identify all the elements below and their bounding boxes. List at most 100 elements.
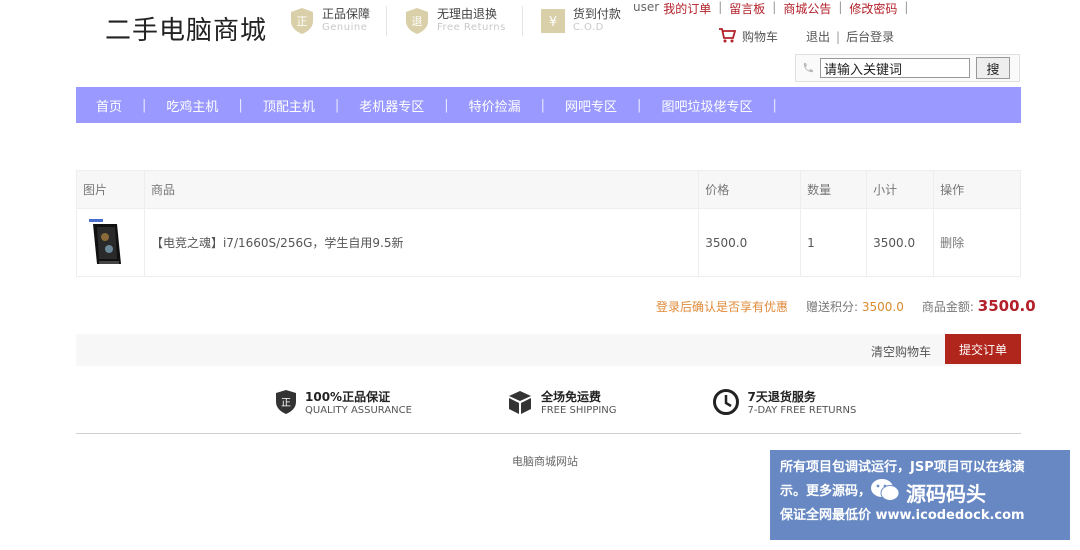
- nav-separator: |: [142, 97, 147, 113]
- logout-link[interactable]: 退出: [806, 28, 830, 45]
- badge-title: 无理由退换: [437, 7, 498, 21]
- badge-title: 正品保障: [322, 7, 371, 21]
- guarantee-title: 7天退货服务: [747, 390, 816, 404]
- link-separator: |: [718, 0, 723, 14]
- watermark-line: 所有项目包调试运行，JSP项目可以在线演: [780, 460, 1025, 475]
- total-value: 3500.0: [977, 297, 1036, 315]
- clear-cart-link[interactable]: 清空购物车: [871, 343, 931, 360]
- clock-returns-icon: [712, 388, 740, 420]
- main-nav: 首页 | 吃鸡主机 | 顶配主机 | 老机器专区 | 特价捡漏 | 网吧专区 |…: [76, 87, 1021, 123]
- product-quantity: 1: [800, 208, 868, 277]
- total-label: 商品金额:: [921, 300, 974, 314]
- phone-icon: [802, 59, 814, 78]
- product-thumbnail[interactable]: [83, 218, 131, 267]
- col-header-product: 商品: [143, 170, 700, 209]
- watermark-line: 保证全网最低价 www.icodedock.com: [780, 508, 1025, 523]
- service-guarantees: 正 100%正品保证 QUALITY ASSURANCE 全场免运费 FREE …: [275, 388, 856, 420]
- nav-item-gaming[interactable]: 吃鸡主机: [166, 96, 218, 115]
- guarantee-subtitle: 7-DAY FREE RETURNS: [747, 405, 857, 416]
- svg-text:正: 正: [281, 398, 291, 409]
- badge-subtitle: C.O.D: [572, 22, 604, 33]
- table-row: 【电竞之魂】i7/1660S/256G，学生自用9.5新 3500.0 1 35…: [76, 208, 1021, 277]
- badge-genuine: 正 正品保障 Genuine: [288, 6, 370, 36]
- header-badges: 正 正品保障 Genuine 退 无理由退换 Free Returns ¥ 货到…: [288, 6, 621, 36]
- search-input[interactable]: [820, 58, 970, 78]
- footer-divider: [76, 433, 1021, 434]
- promo-login-link[interactable]: 登录后确认是否享有优惠: [656, 298, 788, 315]
- product-image-cell: [76, 208, 145, 277]
- nav-item-netcafe[interactable]: 网吧专区: [565, 96, 617, 115]
- admin-login-link[interactable]: 后台登录: [846, 28, 894, 45]
- product-subtotal: 3500.0: [866, 208, 935, 277]
- svg-text:¥: ¥: [549, 15, 557, 30]
- site-logo[interactable]: 二手电脑商城: [105, 10, 267, 47]
- guarantee-subtitle: FREE SHIPPING: [540, 405, 617, 416]
- points-label: 赠送积分:: [806, 300, 859, 314]
- col-header-quantity: 数量: [800, 170, 868, 209]
- shield-return-icon: 退: [403, 6, 431, 36]
- cod-icon: ¥: [539, 6, 567, 36]
- badge-cod: ¥ 货到付款 C.O.D: [539, 6, 621, 36]
- guarantee-shipping: 全场免运费 FREE SHIPPING: [507, 389, 617, 419]
- cart-label: 购物车: [742, 30, 779, 44]
- svg-text:正: 正: [297, 15, 308, 28]
- nav-separator: |: [334, 97, 340, 113]
- nav-separator: |: [540, 97, 546, 113]
- product-price: 3500.0: [698, 208, 802, 277]
- footer-text: 电脑商城网站: [512, 455, 578, 468]
- nav-item-old-machines[interactable]: 老机器专区: [359, 96, 424, 115]
- link-separator: |: [836, 29, 841, 44]
- badge-returns: 退 无理由退换 Free Returns: [403, 6, 506, 36]
- col-header-action: 操作: [933, 170, 1021, 209]
- svg-text:退: 退: [412, 15, 423, 28]
- watermark-brand: 源码码头: [870, 478, 986, 507]
- shield-genuine-icon: 正: [288, 6, 316, 36]
- guarantee-quality: 正 100%正品保证 QUALITY ASSURANCE: [275, 389, 412, 419]
- shopping-cart-icon: [718, 27, 737, 46]
- col-header-subtotal: 小计: [866, 170, 935, 209]
- guarantee-returns: 7天退货服务 7-DAY FREE RETURNS: [712, 388, 857, 420]
- search-box: 搜: [795, 54, 1020, 82]
- nav-item-home[interactable]: 首页: [96, 96, 122, 115]
- cart-link[interactable]: 购物车: [718, 27, 778, 46]
- message-board-link[interactable]: 留言板: [729, 0, 765, 17]
- guarantee-title: 100%正品保证: [305, 390, 391, 404]
- delete-button[interactable]: 删除: [940, 236, 964, 250]
- link-separator: |: [904, 0, 909, 14]
- username: user: [633, 0, 660, 14]
- badge-subtitle: Free Returns: [437, 22, 506, 33]
- col-header-image: 图片: [76, 170, 145, 209]
- cart-summary: 登录后确认是否享有优惠 赠送积分: 3500.0 商品金额: 3500.0: [656, 297, 1036, 315]
- shield-quality-icon: 正: [275, 389, 297, 419]
- top-links: user 我的订单 | 留言板 | 商城公告 | 修改密码 |: [633, 0, 911, 17]
- badge-divider: [386, 6, 388, 36]
- box-shipping-icon: [507, 389, 533, 419]
- points-value: 3500.0: [861, 300, 904, 314]
- nav-separator: |: [772, 97, 777, 113]
- guarantee-title: 全场免运费: [540, 390, 601, 404]
- user-nav: 购物车 退出 | 后台登录: [718, 27, 894, 46]
- product-name[interactable]: 【电竞之魂】i7/1660S/256G，学生自用9.5新: [143, 208, 700, 277]
- link-separator: |: [838, 0, 843, 14]
- nav-item-deals[interactable]: 特价捡漏: [469, 96, 521, 115]
- nav-separator: |: [637, 97, 642, 113]
- submit-order-button[interactable]: 提交订单: [945, 334, 1021, 364]
- nav-item-budget[interactable]: 图吧垃圾佬专区: [661, 96, 752, 115]
- link-separator: |: [772, 0, 777, 14]
- nav-item-high-end[interactable]: 顶配主机: [263, 96, 315, 115]
- guarantee-subtitle: QUALITY ASSURANCE: [305, 405, 412, 416]
- my-orders-link[interactable]: 我的订单: [663, 0, 711, 17]
- badge-divider: [521, 6, 523, 36]
- cart-table: 图片 商品 价格 数量 小计 操作 【电竞之魂】i7/1660S/256G，学生…: [76, 170, 1021, 277]
- nav-separator: |: [444, 97, 449, 113]
- table-header-row: 图片 商品 价格 数量 小计 操作: [76, 170, 1021, 209]
- watermark-brand-name: 源码码头: [906, 482, 986, 506]
- announcements-link[interactable]: 商城公告: [783, 0, 831, 17]
- wechat-icon: [870, 478, 900, 507]
- change-password-link[interactable]: 修改密码: [849, 0, 897, 17]
- col-header-price: 价格: [698, 170, 802, 209]
- search-button[interactable]: 搜: [976, 57, 1010, 79]
- badge-subtitle: Genuine: [322, 22, 368, 33]
- badge-title: 货到付款: [572, 7, 621, 21]
- nav-separator: |: [238, 97, 243, 113]
